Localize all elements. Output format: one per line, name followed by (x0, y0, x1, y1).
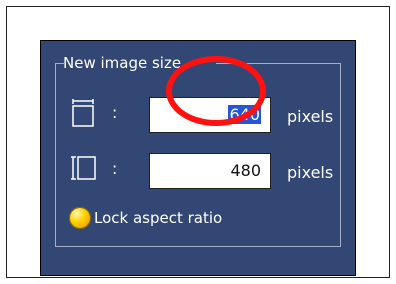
height-input[interactable]: 480 (149, 153, 271, 189)
height-row: : 480 pixels (69, 153, 349, 189)
lock-aspect-ratio-option[interactable]: Lock aspect ratio (69, 207, 319, 231)
height-unit-label: pixels (287, 163, 334, 182)
height-icon (71, 156, 96, 180)
width-unit-label: pixels (287, 107, 334, 126)
lock-aspect-ratio-label: Lock aspect ratio (94, 209, 223, 227)
lock-aspect-ratio-radio[interactable] (69, 207, 91, 229)
red-circle-annotation (166, 56, 266, 126)
height-value: 480 (230, 161, 261, 180)
width-icon (72, 99, 94, 127)
panel-title: New image size (63, 54, 182, 72)
width-colon: : (112, 103, 118, 122)
height-colon: : (112, 159, 118, 178)
